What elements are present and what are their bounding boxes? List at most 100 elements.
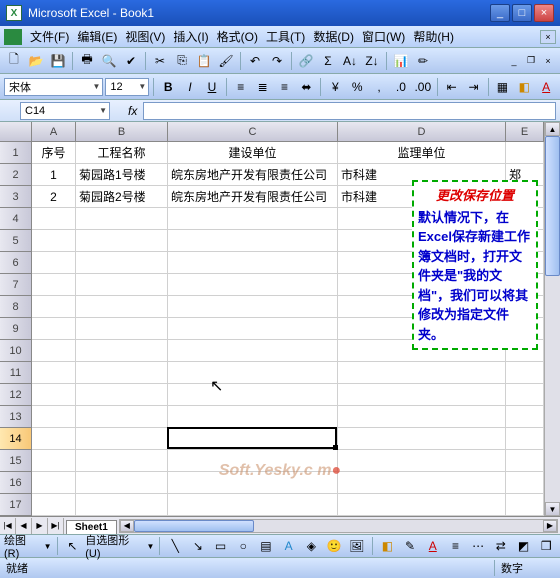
drawing-icon[interactable]: ✏ [413, 51, 433, 71]
doc-restore-button[interactable]: ❐ [523, 54, 539, 68]
cell-A11[interactable] [32, 362, 76, 384]
cell-D13[interactable] [338, 406, 506, 428]
fill-color-icon[interactable]: ◧ [514, 77, 534, 97]
cell-B9[interactable] [76, 318, 168, 340]
cut-icon[interactable]: ✂ [150, 51, 170, 71]
currency-icon[interactable]: ¥ [325, 77, 345, 97]
cell-A7[interactable] [32, 274, 76, 296]
save-icon[interactable]: 💾 [48, 51, 68, 71]
menu-insert[interactable]: 插入(I) [169, 26, 212, 47]
select-all-corner[interactable] [0, 122, 32, 142]
cell-C16[interactable] [168, 472, 338, 494]
align-center-icon[interactable]: ≣ [253, 77, 273, 97]
cell-E12[interactable] [506, 384, 544, 406]
cell-C10[interactable] [168, 340, 338, 362]
sort-asc-icon[interactable]: A↓ [340, 51, 360, 71]
rect-icon[interactable]: ▭ [211, 536, 231, 556]
italic-icon[interactable]: I [180, 77, 200, 97]
doc-menu-close-icon[interactable]: × [540, 30, 556, 44]
paste-icon[interactable]: 📋 [194, 51, 214, 71]
cell-A3[interactable]: 2 [32, 186, 76, 208]
line-color-icon[interactable]: ✎ [400, 536, 420, 556]
link-icon[interactable]: 🔗 [296, 51, 316, 71]
textbox-icon[interactable]: ▤ [256, 536, 276, 556]
name-box[interactable]: C14▼ [20, 102, 110, 120]
row-head-5[interactable]: 5 [0, 230, 32, 252]
row-head-13[interactable]: 13 [0, 406, 32, 428]
row-head-15[interactable]: 15 [0, 450, 32, 472]
minimize-button[interactable]: _ [490, 4, 510, 22]
bold-icon[interactable]: B [158, 77, 178, 97]
formula-input[interactable] [143, 102, 556, 120]
cell-E11[interactable] [506, 362, 544, 384]
cell-D14[interactable] [338, 428, 506, 450]
cell-D12[interactable] [338, 384, 506, 406]
scroll-left-icon[interactable]: ◀ [120, 520, 134, 532]
menu-tools[interactable]: 工具(T) [262, 26, 309, 47]
cell-A1[interactable]: 序号 [32, 142, 76, 164]
new-icon[interactable]: 🗋 [4, 51, 24, 71]
cell-C3[interactable]: 皖东房地产开发有限责任公司 [168, 186, 338, 208]
close-button[interactable]: × [534, 4, 554, 22]
cell-D17[interactable] [338, 494, 506, 516]
cell-A4[interactable] [32, 208, 76, 230]
picture-icon[interactable]: 🖼 [347, 536, 367, 556]
cell-A15[interactable] [32, 450, 76, 472]
row-head-10[interactable]: 10 [0, 340, 32, 362]
cell-D11[interactable] [338, 362, 506, 384]
cell-B16[interactable] [76, 472, 168, 494]
align-left-icon[interactable]: ≡ [231, 77, 251, 97]
col-head-A[interactable]: A [32, 122, 76, 142]
wordart-icon[interactable]: A [279, 536, 299, 556]
col-head-C[interactable]: C [168, 122, 338, 142]
cell-C17[interactable] [168, 494, 338, 516]
col-head-D[interactable]: D [338, 122, 506, 142]
cell-B4[interactable] [76, 208, 168, 230]
indent-left-icon[interactable]: ⇤ [442, 77, 462, 97]
scroll-up-icon[interactable]: ▲ [545, 122, 560, 136]
cell-B5[interactable] [76, 230, 168, 252]
cell-C14[interactable] [168, 428, 338, 450]
cell-A5[interactable] [32, 230, 76, 252]
oval-icon[interactable]: ○ [233, 536, 253, 556]
autoshapes-menu[interactable]: 自选图形(U) [85, 532, 143, 560]
row-head-11[interactable]: 11 [0, 362, 32, 384]
horizontal-scrollbar[interactable]: ◀ ▶ [119, 519, 558, 533]
redo-icon[interactable]: ↷ [267, 51, 287, 71]
borders-icon[interactable]: ▦ [493, 77, 513, 97]
cell-C9[interactable] [168, 318, 338, 340]
spell-icon[interactable]: ✔ [121, 51, 141, 71]
cell-C6[interactable] [168, 252, 338, 274]
cell-A17[interactable] [32, 494, 76, 516]
row-head-16[interactable]: 16 [0, 472, 32, 494]
scroll-right-icon[interactable]: ▶ [543, 520, 557, 532]
row-head-1[interactable]: 1 [0, 142, 32, 164]
fill-icon[interactable]: ◧ [378, 536, 398, 556]
percent-icon[interactable]: % [347, 77, 367, 97]
cell-A16[interactable] [32, 472, 76, 494]
cell-B8[interactable] [76, 296, 168, 318]
tab-last-icon[interactable]: ▶| [48, 518, 64, 534]
cell-C13[interactable] [168, 406, 338, 428]
chart-icon[interactable]: 📊 [391, 51, 411, 71]
sheet-tab-1[interactable]: Sheet1 [66, 520, 117, 534]
row-head-12[interactable]: 12 [0, 384, 32, 406]
cell-C1[interactable]: 建设单位 [168, 142, 338, 164]
cell-E13[interactable] [506, 406, 544, 428]
cell-B7[interactable] [76, 274, 168, 296]
print-icon[interactable]: 🖶 [77, 51, 97, 71]
cell-D1[interactable]: 监理单位 [338, 142, 506, 164]
cell-D16[interactable] [338, 472, 506, 494]
cell-A9[interactable] [32, 318, 76, 340]
cell-E14[interactable] [506, 428, 544, 450]
scroll-thumb[interactable] [545, 136, 560, 276]
row-head-8[interactable]: 8 [0, 296, 32, 318]
menu-view[interactable]: 视图(V) [121, 26, 169, 47]
cell-B10[interactable] [76, 340, 168, 362]
cell-A6[interactable] [32, 252, 76, 274]
arrow-style-icon[interactable]: ⇄ [491, 536, 511, 556]
col-head-E[interactable]: E [506, 122, 544, 142]
draw-menu[interactable]: 绘图(R) [4, 532, 41, 560]
cell-A13[interactable] [32, 406, 76, 428]
row-head-4[interactable]: 4 [0, 208, 32, 230]
